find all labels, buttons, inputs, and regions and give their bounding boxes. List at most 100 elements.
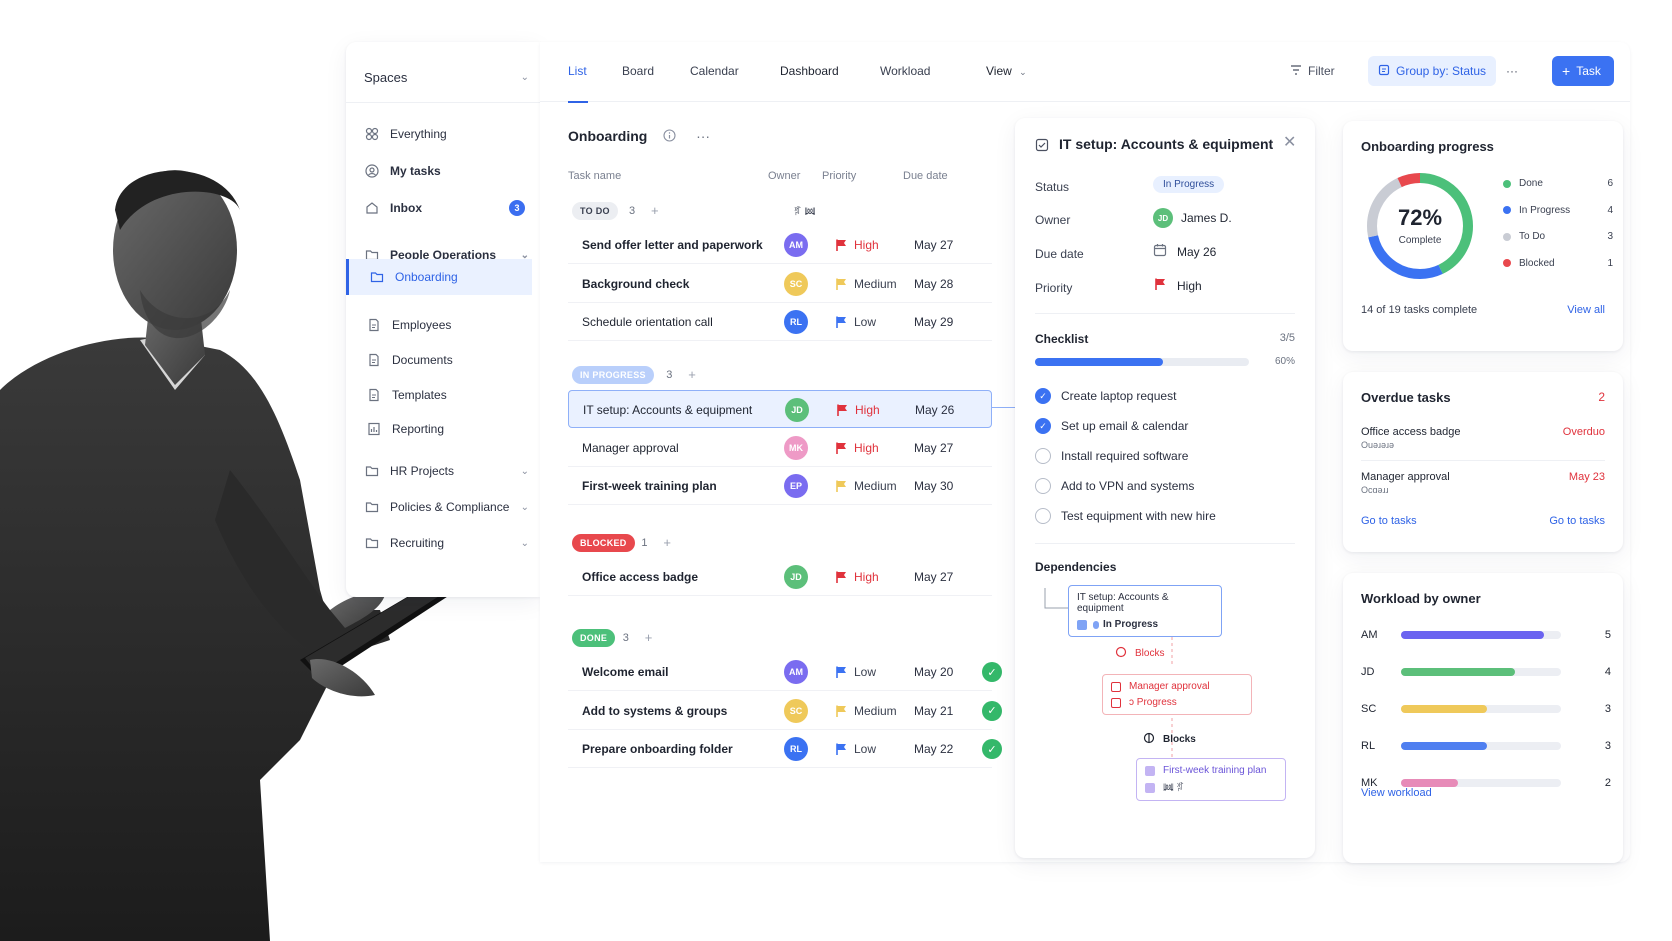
- new-task-button[interactable]: + Task: [1552, 56, 1614, 86]
- add-task-icon[interactable]: +: [688, 367, 696, 382]
- sidebar-item-policies-compliance[interactable]: Policies & Compliance ⌄: [364, 493, 529, 521]
- sidebar-item-inbox[interactable]: Inbox 3: [364, 194, 529, 222]
- filter-button[interactable]: Filter: [1280, 56, 1345, 86]
- due-date[interactable]: May 26: [915, 403, 954, 417]
- view-workload-link[interactable]: View workload: [1361, 787, 1432, 799]
- checked-circle-icon[interactable]: ✓: [1035, 388, 1051, 404]
- sidebar-item-everything[interactable]: Everything: [364, 120, 529, 148]
- due-date[interactable]: May 27: [914, 441, 953, 455]
- add-task-icon[interactable]: +: [645, 630, 653, 645]
- column-header-due-date[interactable]: Due date: [903, 170, 948, 182]
- task-row[interactable]: Schedule orientation call RL Low May 29: [568, 303, 992, 341]
- sidebar-item-recruiting[interactable]: Recruiting ⌄: [364, 529, 529, 557]
- add-task-icon[interactable]: +: [651, 203, 659, 218]
- status-group-tag[interactable]: TO DO: [572, 202, 618, 220]
- task-row[interactable]: Welcome email AM Low May 20 ✓: [568, 653, 1002, 691]
- close-icon[interactable]: ✕: [1283, 132, 1296, 152]
- sidebar-item-templates[interactable]: Templates: [366, 381, 531, 409]
- view-dropdown[interactable]: View ⌄: [986, 64, 1027, 78]
- priority-cell[interactable]: Medium: [834, 277, 897, 291]
- task-row[interactable]: IT setup: Accounts & equipment JD High May …: [568, 390, 992, 428]
- more-options-icon[interactable]: ···: [1496, 56, 1528, 86]
- due-date[interactable]: May 21: [914, 704, 953, 718]
- priority-cell[interactable]: Low: [834, 665, 876, 679]
- dependency-card-it-setup[interactable]: IT setup: Accounts & equipment In Progre…: [1068, 585, 1222, 637]
- sidebar-item-hr-projects[interactable]: HR Projects ⌄: [364, 457, 529, 485]
- tab-board[interactable]: Board: [622, 64, 654, 78]
- checklist-item[interactable]: Test equipment with new hire: [1035, 508, 1216, 524]
- checklist-item[interactable]: Install required software: [1035, 448, 1188, 464]
- priority-cell[interactable]: High: [835, 403, 880, 417]
- sidebar-item-employees[interactable]: Employees: [366, 311, 531, 339]
- checklist-item[interactable]: Add to VPN and systems: [1035, 478, 1194, 494]
- priority-field[interactable]: High: [1153, 277, 1202, 294]
- checked-circle-icon[interactable]: ✓: [1035, 418, 1051, 434]
- checklist-item[interactable]: ✓ Set up email & calendar: [1035, 418, 1188, 434]
- go-to-tasks-link[interactable]: Go to tasks: [1361, 515, 1417, 527]
- due-date[interactable]: May 27: [914, 570, 953, 584]
- due-date-field[interactable]: May 26: [1153, 243, 1216, 260]
- status-field[interactable]: In Progress: [1153, 176, 1225, 193]
- unchecked-circle-icon[interactable]: [1035, 478, 1051, 494]
- due-date[interactable]: May 27: [914, 238, 953, 252]
- priority-cell[interactable]: Low: [834, 315, 876, 329]
- avatar[interactable]: RL: [784, 310, 808, 334]
- column-header-owner[interactable]: Owner: [768, 170, 800, 182]
- status-group-tag[interactable]: DONE: [572, 629, 616, 647]
- tab-dashboard[interactable]: Dashboard: [780, 64, 839, 78]
- dependency-card-manager-approval[interactable]: Manager approval ɔ Progress: [1102, 674, 1252, 715]
- avatar[interactable]: JD: [785, 398, 809, 422]
- avatar[interactable]: AM: [784, 233, 808, 257]
- unchecked-circle-icon[interactable]: [1035, 508, 1051, 524]
- task-row[interactable]: Office access badge JD High May 27: [568, 558, 992, 596]
- status-group-tag[interactable]: IN PROGRESS: [572, 366, 654, 384]
- priority-cell[interactable]: Medium: [834, 704, 897, 718]
- view-all-link[interactable]: View all: [1567, 304, 1605, 316]
- task-row[interactable]: Prepare onboarding folder RL Low May 22 ✓: [568, 730, 1002, 768]
- sidebar-item-my-tasks[interactable]: My tasks: [364, 157, 529, 185]
- column-header-priority[interactable]: Priority: [822, 170, 856, 182]
- info-icon[interactable]: [663, 129, 676, 145]
- avatar[interactable]: RL: [784, 737, 808, 761]
- due-date[interactable]: May 30: [914, 479, 953, 493]
- due-date[interactable]: May 20: [914, 665, 953, 679]
- spaces-header[interactable]: Spaces ⌄: [364, 62, 529, 92]
- avatar[interactable]: MK: [784, 435, 808, 460]
- avatar[interactable]: JD: [784, 565, 808, 589]
- sidebar-item-onboarding[interactable]: Onboarding: [346, 259, 532, 295]
- overdue-item[interactable]: Manager approval Ocɑəɹɹ May 23: [1361, 471, 1605, 495]
- status-group-tag[interactable]: BLOCKED: [572, 534, 635, 552]
- priority-cell[interactable]: High: [834, 570, 879, 584]
- go-to-tasks-link[interactable]: Go to tasks: [1549, 515, 1605, 527]
- sidebar-item-documents[interactable]: Documents: [366, 346, 531, 374]
- avatar[interactable]: EP: [784, 474, 808, 498]
- avatar[interactable]: AM: [784, 660, 808, 684]
- tab-list[interactable]: List: [568, 64, 588, 103]
- due-date[interactable]: May 22: [914, 742, 953, 756]
- tab-calendar[interactable]: Calendar: [690, 64, 739, 78]
- task-row[interactable]: Manager approval MK High May 27: [568, 429, 992, 467]
- owner-field[interactable]: JD James D.: [1153, 208, 1232, 228]
- task-row[interactable]: Send offer letter and paperwork AM High May…: [568, 226, 992, 264]
- group-by-button[interactable]: Group by: Status: [1368, 56, 1497, 86]
- priority-cell[interactable]: High: [834, 441, 879, 455]
- priority-cell[interactable]: Medium: [834, 479, 897, 493]
- tab-workload[interactable]: Workload: [880, 64, 930, 78]
- checklist-item[interactable]: ✓ Create laptop request: [1035, 388, 1176, 404]
- overdue-item[interactable]: Office access badge Ouəɹəɹə Overduo: [1361, 426, 1605, 450]
- due-date[interactable]: May 29: [914, 315, 953, 329]
- due-date[interactable]: May 28: [914, 277, 953, 291]
- task-row[interactable]: Background check SC Medium May 28: [568, 265, 992, 303]
- column-header-task-name[interactable]: Task name: [568, 170, 621, 182]
- task-row[interactable]: Add to systems & groups SC Medium May 21 ✓: [568, 692, 1002, 730]
- unchecked-circle-icon[interactable]: [1035, 448, 1051, 464]
- priority-cell[interactable]: Low: [834, 742, 876, 756]
- sidebar-item-reporting[interactable]: Reporting: [366, 415, 531, 443]
- more-options-icon[interactable]: ···: [696, 128, 710, 144]
- avatar[interactable]: SC: [784, 698, 808, 723]
- avatar[interactable]: SC: [784, 271, 808, 296]
- dependency-card-training-plan[interactable]: First-week training plan ꔞ ꂎ: [1136, 758, 1286, 801]
- add-task-icon[interactable]: +: [663, 535, 671, 550]
- task-row[interactable]: First-week training plan EP Medium May 30: [568, 467, 992, 505]
- priority-cell[interactable]: High: [834, 238, 879, 252]
